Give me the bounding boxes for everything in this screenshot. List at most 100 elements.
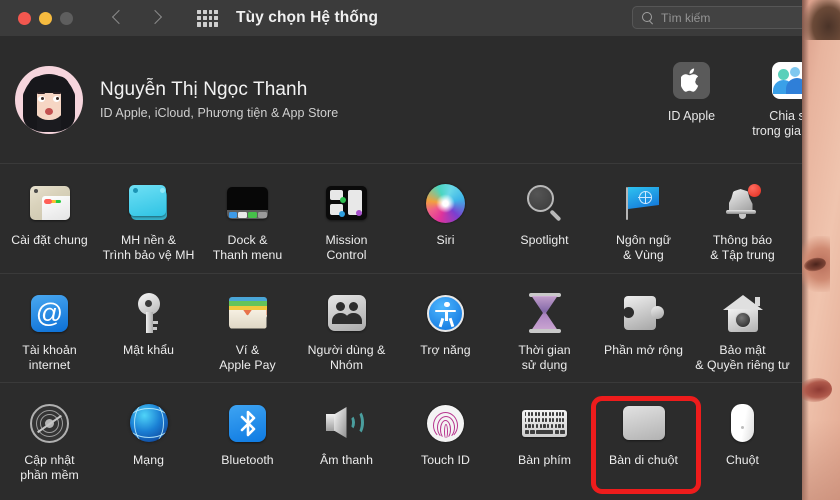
pref-phan-mo-rong[interactable]: Phần mở rộng	[594, 288, 693, 372]
touch-id-icon	[427, 404, 464, 442]
pref-label-line2: Thanh menu	[212, 247, 283, 262]
extensions-puzzle-icon	[622, 296, 664, 330]
close-window-button[interactable]	[18, 11, 31, 25]
wallet-applepay-icon	[228, 296, 268, 330]
search-field[interactable]	[632, 6, 813, 29]
pref-label-line2: internet	[28, 357, 71, 372]
forward-arrow-icon[interactable]	[149, 9, 163, 27]
pref-mission-control[interactable]: Mission Control	[297, 178, 396, 262]
pref-label: Trợ năng	[420, 343, 471, 357]
spotlight-icon	[525, 183, 565, 223]
pref-label-line1: Người dùng &	[307, 343, 386, 357]
mouse-icon	[731, 404, 754, 442]
pref-label-line2: & Tập trung	[710, 247, 775, 262]
pref-label: Spotlight	[520, 233, 569, 247]
apple-logo-icon	[673, 61, 710, 99]
pref-mang[interactable]: Mạng	[99, 398, 198, 482]
zoom-window-button[interactable]	[60, 11, 73, 25]
account-text-block: Nguyễn Thị Ngọc Thanh ID Apple, iCloud, …	[100, 79, 338, 120]
pref-label-line2: sử dụng	[521, 357, 568, 372]
pref-label: Touch ID	[421, 453, 470, 467]
pref-label-line1: Mission	[325, 233, 368, 247]
window-titlebar: Tùy chọn Hệ thống	[0, 0, 840, 36]
system-preferences-window: Tùy chọn Hệ thống Nguyễn Thị Ngọc Thanh …	[0, 0, 840, 500]
pref-label-line1: Ví &	[235, 343, 260, 357]
traffic-light-buttons	[18, 11, 73, 25]
show-all-grid-icon[interactable]	[197, 9, 218, 27]
account-name: Nguyễn Thị Ngọc Thanh	[100, 79, 308, 100]
notifications-focus-icon	[723, 183, 763, 223]
pref-nguoi-dung-nhom[interactable]: Người dùng & Nhóm	[297, 288, 396, 372]
pref-label-line1: Bảo mật	[719, 343, 766, 357]
pref-chuot[interactable]: Chuột	[693, 398, 792, 482]
pref-label-line1: MH nền &	[120, 233, 177, 247]
keyboard-icon	[522, 409, 567, 437]
pref-vi-apple-pay[interactable]: Ví & Apple Pay	[198, 288, 297, 372]
pref-label: Phần mở rộng	[603, 343, 684, 357]
internet-accounts-icon: @	[31, 294, 68, 332]
pref-bao-mat-quyen-rieng-tu[interactable]: Bảo mật & Quyền riêng tư	[693, 288, 792, 372]
divider-row-1	[0, 273, 840, 274]
pref-label: Chuột	[725, 453, 760, 467]
divider-row-2	[0, 382, 840, 383]
window-title: Tùy chọn Hệ thống	[236, 9, 379, 26]
pref-bluetooth[interactable]: Bluetooth	[198, 398, 297, 482]
software-update-icon	[30, 403, 69, 443]
pref-dock-thanh-menu[interactable]: Dock & Thanh menu	[198, 178, 297, 262]
security-privacy-icon	[722, 294, 763, 332]
pref-mat-khau[interactable]: Mật khẩu	[99, 288, 198, 372]
network-globe-icon	[129, 404, 168, 442]
bluetooth-icon	[229, 404, 266, 442]
pref-label: Âm thanh	[319, 453, 374, 467]
pref-label-line2: phần mềm	[20, 467, 79, 482]
back-arrow-icon[interactable]	[111, 9, 125, 27]
pref-mh-nen-trinh-bao-ve-mh[interactable]: MH nền & Trình bảo vệ MH	[99, 178, 198, 262]
pref-ban-di-chuot[interactable]: Bàn di chuột	[594, 398, 693, 482]
pref-label-line2: Trình bảo vệ MH	[102, 247, 195, 262]
general-icon	[29, 186, 70, 220]
pref-cai-dat-chung[interactable]: Cài đặt chung	[0, 178, 99, 262]
memoji-avatar-icon	[15, 66, 83, 134]
tile-apple-id[interactable]: ID Apple	[642, 58, 741, 124]
pref-label-line2: & Vùng	[623, 247, 664, 262]
pref-ngon-ngu-vung[interactable]: Ngôn ngữ & Vùng	[594, 178, 693, 262]
search-icon	[642, 11, 654, 24]
navigation-arrows	[111, 9, 163, 27]
pref-am-thanh[interactable]: Âm thanh	[297, 398, 396, 482]
pref-label: Bluetooth	[221, 453, 274, 467]
accessibility-icon	[427, 294, 464, 332]
search-input[interactable]	[661, 10, 791, 25]
trackpad-icon	[622, 406, 665, 440]
pref-label-line1: Thông báo	[712, 233, 773, 247]
pref-spotlight[interactable]: Spotlight	[495, 178, 594, 262]
divider-account	[0, 163, 840, 164]
pref-label-line1: Tài khoản	[22, 343, 77, 357]
preferences-row-1: Cài đặt chung MH nền & Trình bảo vệ MH D…	[0, 178, 840, 262]
tile-label: ID Apple	[667, 109, 716, 123]
pref-label: Bàn di chuột	[609, 453, 678, 467]
minimize-window-button[interactable]	[39, 11, 52, 25]
avatar[interactable]	[15, 65, 83, 134]
pref-ban-phim[interactable]: Bàn phím	[495, 398, 594, 482]
passwords-key-icon	[132, 293, 166, 333]
pref-touch-id[interactable]: Touch ID	[396, 398, 495, 482]
pref-label-line2: Nhóm	[329, 357, 363, 372]
pref-thoi-gian-su-dung[interactable]: Thời gian sử dụng	[495, 288, 594, 372]
apple-id-banner[interactable]: Nguyễn Thị Ngọc Thanh ID Apple, iCloud, …	[0, 36, 840, 163]
language-region-icon	[624, 185, 664, 221]
pref-cap-nhat-phan-mem[interactable]: Cập nhật phần mềm	[0, 398, 99, 482]
pref-thong-bao-tap-trung[interactable]: Thông báo & Tập trung	[693, 178, 792, 262]
pref-label-line1: Cập nhật	[24, 453, 75, 467]
pref-label-line2: Control	[326, 247, 367, 262]
pref-tai-khoan-internet[interactable]: @ Tài khoản internet	[0, 288, 99, 372]
foreground-face-overlay	[802, 0, 840, 500]
pref-tro-nang[interactable]: Trợ năng	[396, 288, 495, 372]
sound-speaker-icon	[325, 407, 368, 439]
pref-label-line1: Thời gian	[518, 343, 571, 357]
screen-time-hourglass-icon	[528, 293, 561, 333]
pref-siri[interactable]: Siri	[396, 178, 495, 262]
preferences-row-2: @ Tài khoản internet Mật khẩu Ví & Apple…	[0, 288, 840, 372]
account-subtitle: ID Apple, iCloud, Phương tiện & App Stor…	[100, 106, 339, 120]
dock-menubar-icon	[227, 187, 268, 219]
pref-label: Mật khẩu	[123, 343, 174, 357]
